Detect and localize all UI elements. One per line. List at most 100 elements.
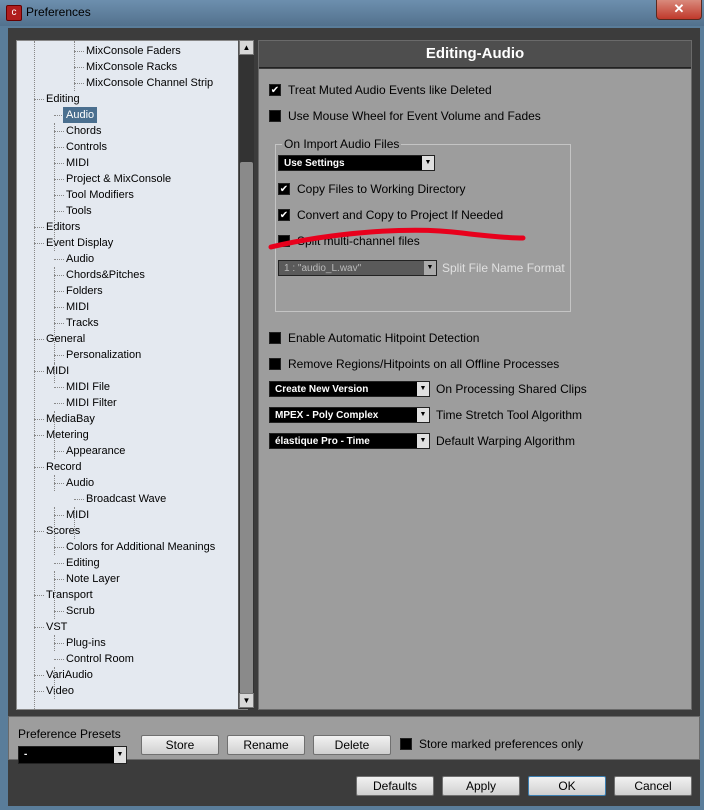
apply-button[interactable]: Apply bbox=[442, 776, 520, 796]
hitpoint-checkbox[interactable] bbox=[269, 332, 281, 344]
tree-item-mixconsole-racks[interactable]: MixConsole Racks bbox=[86, 59, 177, 75]
tree-guide bbox=[34, 41, 35, 709]
tree-connector bbox=[54, 643, 64, 644]
split-format-value: 1 : "audio_L.wav" bbox=[284, 263, 362, 274]
warping-value: élastique Pro - Time bbox=[275, 436, 370, 447]
tree-connector bbox=[34, 531, 44, 532]
tree-item-video[interactable]: Video bbox=[46, 683, 74, 699]
tree-connector bbox=[54, 195, 64, 196]
tree-connector bbox=[54, 547, 64, 548]
presets-label: Preference Presets bbox=[18, 727, 121, 741]
scroll-down-icon[interactable]: ▼ bbox=[239, 693, 254, 708]
tree-item-audio[interactable]: Audio bbox=[63, 107, 98, 123]
tree-connector bbox=[34, 467, 44, 468]
tree-item-mixconsole-faders[interactable]: MixConsole Faders bbox=[86, 43, 181, 59]
chevron-down-icon: ▼ bbox=[417, 382, 429, 396]
warping-dropdown[interactable]: élastique Pro - Time ▼ bbox=[269, 433, 430, 449]
tree-connector bbox=[74, 67, 84, 68]
tree-item-tracks[interactable]: Tracks bbox=[66, 315, 99, 331]
tree-item-colors-for-additional-meanings[interactable]: Colors for Additional Meanings bbox=[66, 539, 215, 555]
chevron-down-icon: ▼ bbox=[424, 261, 436, 275]
tree-item-note-layer[interactable]: Note Layer bbox=[66, 571, 120, 587]
tree-scrollbar[interactable]: ▲ ▼ bbox=[238, 40, 254, 709]
tree-item-tool-modifiers[interactable]: Tool Modifiers bbox=[66, 187, 134, 203]
tree-connector bbox=[54, 259, 64, 260]
hitpoint-label: Enable Automatic Hitpoint Detection bbox=[288, 331, 480, 345]
tree-item-control-room[interactable]: Control Room bbox=[66, 651, 134, 667]
tree-connector bbox=[54, 147, 64, 148]
tree-item-editing[interactable]: Editing bbox=[66, 555, 100, 571]
tree-item-folders[interactable]: Folders bbox=[66, 283, 103, 299]
tree-item-midi[interactable]: MIDI bbox=[46, 363, 69, 379]
scroll-up-icon[interactable]: ▲ bbox=[239, 40, 254, 55]
defaults-button[interactable]: Defaults bbox=[356, 776, 434, 796]
tree-item-general[interactable]: General bbox=[46, 331, 85, 347]
convert-copy-checkbox[interactable]: ✔ bbox=[278, 209, 290, 221]
tree-item-project-mixconsole[interactable]: Project & MixConsole bbox=[66, 171, 171, 187]
tree-item-tools[interactable]: Tools bbox=[66, 203, 92, 219]
tree-item-mixconsole-channel-strip[interactable]: MixConsole Channel Strip bbox=[86, 75, 213, 91]
tree-item-broadcast-wave[interactable]: Broadcast Wave bbox=[86, 491, 166, 507]
cubase-icon: c bbox=[6, 5, 22, 21]
tree-item-audio[interactable]: Audio bbox=[66, 251, 94, 267]
tree-item-event-display[interactable]: Event Display bbox=[46, 235, 113, 251]
delete-button[interactable]: Delete bbox=[313, 735, 391, 755]
tree-guide bbox=[54, 363, 55, 383]
tree-item-midi-file[interactable]: MIDI File bbox=[66, 379, 110, 395]
tree-item-midi[interactable]: MIDI bbox=[66, 507, 89, 523]
time-stretch-dropdown[interactable]: MPEX - Poly Complex ▼ bbox=[269, 407, 430, 423]
tree-item-midi-filter[interactable]: MIDI Filter bbox=[66, 395, 117, 411]
cancel-button[interactable]: Cancel bbox=[614, 776, 692, 796]
tree-connector bbox=[54, 579, 64, 580]
tree-item-transport[interactable]: Transport bbox=[46, 587, 93, 603]
ok-button[interactable]: OK bbox=[528, 776, 606, 796]
presets-dropdown[interactable]: - ▼ bbox=[18, 746, 127, 764]
import-group-title: On Import Audio Files bbox=[282, 137, 402, 151]
tree-item-editors[interactable]: Editors bbox=[46, 219, 80, 235]
tree-item-editing[interactable]: Editing bbox=[46, 91, 80, 107]
tree-item-chords-pitches[interactable]: Chords&Pitches bbox=[66, 267, 145, 283]
presets-box: Preference Presets - ▼ Store Rename Dele… bbox=[8, 716, 700, 764]
settings-panel: Editing-Audio ✔ Treat Muted Audio Events… bbox=[258, 40, 692, 710]
tree-item-plug-ins[interactable]: Plug-ins bbox=[66, 635, 106, 651]
tree-connector bbox=[34, 339, 44, 340]
tree-guide bbox=[54, 475, 55, 491]
tree-item-vst[interactable]: VST bbox=[46, 619, 67, 635]
shared-clips-dropdown[interactable]: Create New Version ▼ bbox=[269, 381, 430, 397]
tree-item-metering[interactable]: Metering bbox=[46, 427, 89, 443]
tree-connector bbox=[74, 51, 84, 52]
tree-item-chords[interactable]: Chords bbox=[66, 123, 101, 139]
store-marked-checkbox[interactable] bbox=[400, 738, 412, 750]
copy-files-checkbox[interactable]: ✔ bbox=[278, 183, 290, 195]
treat-muted-checkbox[interactable]: ✔ bbox=[269, 84, 281, 96]
split-format-dropdown[interactable]: 1 : "audio_L.wav" ▼ bbox=[278, 260, 437, 276]
tree-connector bbox=[34, 99, 44, 100]
tree-item-controls[interactable]: Controls bbox=[66, 139, 107, 155]
close-button[interactable]: ✕ bbox=[656, 0, 702, 20]
store-marked-label: Store marked preferences only bbox=[419, 737, 584, 751]
remove-regions-checkbox[interactable] bbox=[269, 358, 281, 370]
tree-item-scores[interactable]: Scores bbox=[46, 523, 80, 539]
panel-body: ✔ Treat Muted Audio Events like Deleted … bbox=[259, 69, 691, 709]
split-multichannel-checkbox[interactable] bbox=[278, 235, 290, 247]
preferences-window: MixConsole Faders MixConsole Racks MixCons… bbox=[8, 28, 700, 806]
tree-item-scrub[interactable]: Scrub bbox=[66, 603, 95, 619]
tree-guide bbox=[54, 411, 55, 459]
title-bar: c Preferences ✕ bbox=[0, 0, 704, 26]
scrollbar-thumb[interactable] bbox=[240, 162, 253, 694]
tree-item-audio[interactable]: Audio bbox=[66, 475, 94, 491]
tree-item-midi[interactable]: MIDI bbox=[66, 299, 89, 315]
store-button[interactable]: Store bbox=[141, 735, 219, 755]
tree-item-personalization[interactable]: Personalization bbox=[66, 347, 141, 363]
tree-item-midi[interactable]: MIDI bbox=[66, 155, 89, 171]
shared-clips-value: Create New Version bbox=[275, 384, 369, 395]
rename-button[interactable]: Rename bbox=[227, 735, 305, 755]
tree-item-appearance[interactable]: Appearance bbox=[66, 443, 125, 459]
import-mode-dropdown[interactable]: Use Settings ▼ bbox=[278, 155, 435, 171]
mouse-wheel-checkbox[interactable] bbox=[269, 110, 281, 122]
tree-connector bbox=[34, 419, 44, 420]
presets-value: - bbox=[24, 749, 28, 760]
tree-item-record[interactable]: Record bbox=[46, 459, 81, 475]
tree-guide bbox=[54, 571, 55, 619]
tree-connector bbox=[54, 387, 64, 388]
